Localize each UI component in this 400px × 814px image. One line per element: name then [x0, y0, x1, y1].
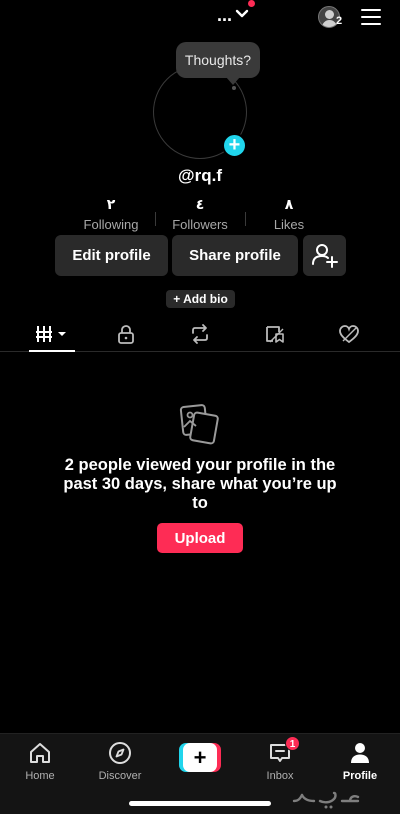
- username: @rq.f: [178, 166, 222, 185]
- profile-stats: ٢ Following ٤ Followers ٨ Likes: [0, 196, 400, 236]
- profile-views-message: 2 people viewed your profile in the past…: [63, 456, 337, 512]
- thoughts-bubble[interactable]: Thoughts?: [176, 42, 260, 85]
- notification-dot: [248, 0, 255, 7]
- favorites-icon: [266, 326, 284, 343]
- tab-liked[interactable]: [324, 316, 374, 352]
- nav-profile-label: Profile: [342, 770, 378, 782]
- followers-count: ٤: [195, 196, 205, 212]
- nav-home-label: Home: [25, 770, 55, 782]
- home-icon: [30, 743, 50, 763]
- nav-discover[interactable]: Discover: [85, 740, 155, 782]
- following-label: Following: [83, 217, 139, 232]
- tab-private[interactable]: [101, 316, 151, 352]
- nav-profile[interactable]: Profile: [325, 740, 395, 782]
- inbox-badge: 1: [285, 736, 300, 751]
- profile-tabs: [0, 316, 400, 352]
- home-indicator[interactable]: [129, 801, 271, 806]
- stat-followers[interactable]: ٤ Followers: [160, 196, 240, 232]
- videos-grid-icon: [36, 326, 66, 342]
- following-count: ٢: [106, 196, 116, 212]
- stat-divider: [155, 212, 156, 226]
- add-user-icon: [312, 244, 338, 268]
- friends-count: 2: [336, 15, 343, 27]
- top-bar: ... 2: [0, 0, 400, 34]
- nav-inbox[interactable]: Inbox: [245, 740, 315, 782]
- thought-tail-dot: [232, 86, 236, 90]
- tab-favorites[interactable]: [250, 316, 300, 352]
- profile-icon: [351, 743, 369, 763]
- tab-videos[interactable]: [27, 316, 77, 352]
- likes-count: ٨: [284, 196, 294, 212]
- nav-inbox-label: Inbox: [266, 770, 294, 782]
- add-avatar-plus-icon[interactable]: +: [222, 133, 247, 158]
- lock-icon: [118, 325, 134, 344]
- create-plus-icon: +: [183, 743, 217, 772]
- hamburger-menu-icon[interactable]: [361, 9, 381, 25]
- compass-icon: [109, 742, 131, 764]
- repost-icon: [192, 324, 208, 344]
- followers-label: Followers: [172, 217, 228, 232]
- watermark-logo: [292, 791, 360, 809]
- nav-discover-label: Discover: [98, 770, 142, 782]
- likes-label: Likes: [273, 217, 305, 232]
- stat-likes[interactable]: ٨ Likes: [249, 196, 329, 232]
- stat-following[interactable]: ٢ Following: [71, 196, 151, 232]
- add-friends-button[interactable]: [303, 235, 346, 276]
- edit-profile-button[interactable]: Edit profile: [55, 235, 168, 276]
- liked-icon: [339, 325, 359, 344]
- share-profile-button[interactable]: Share profile: [172, 235, 298, 276]
- account-switcher[interactable]: ...: [217, 6, 249, 24]
- stat-divider: [245, 212, 246, 226]
- chevron-down-icon: [235, 6, 249, 24]
- account-switch-label: ...: [217, 5, 233, 25]
- photos-icon: [178, 402, 222, 446]
- upload-button[interactable]: Upload: [157, 523, 243, 553]
- add-bio-button[interactable]: + Add bio: [166, 290, 235, 308]
- tab-reposts[interactable]: [175, 316, 225, 352]
- active-tab-indicator: [29, 350, 75, 352]
- create-button[interactable]: +: [179, 743, 221, 772]
- nav-home[interactable]: Home: [5, 740, 75, 782]
